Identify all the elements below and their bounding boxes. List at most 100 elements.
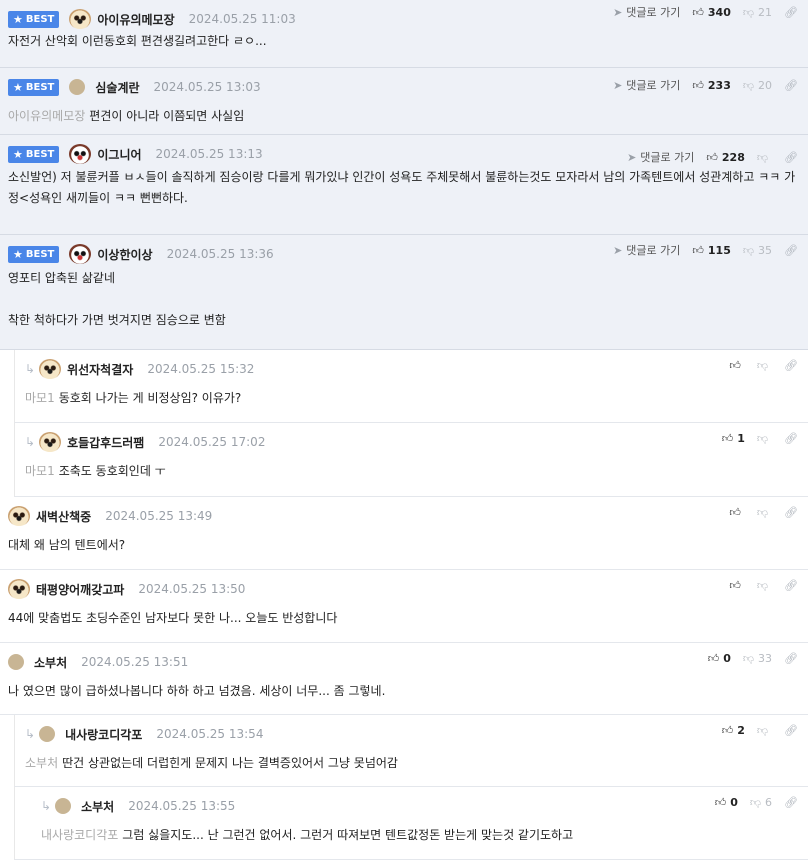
reply-comment: ↳ 위선자척결자 2024.05.25 15:32 👍︎ 👎︎ 🔗︎ 마모1 동호회 나가는 … [14, 350, 808, 423]
avatar[interactable] [8, 579, 30, 599]
avatar[interactable] [39, 432, 62, 452]
avatar[interactable] [55, 798, 72, 814]
comment-date: 2024.05.25 13:54 [156, 727, 264, 741]
avatar[interactable] [39, 359, 62, 379]
avatar[interactable] [8, 506, 30, 526]
avatar[interactable] [69, 9, 92, 29]
comment-header: 소부처 2024.05.25 13:51 [8, 653, 188, 671]
comment-text: 딴건 상관없는데 더럽힌게 문제지 나는 결벽증있어서 그냥 못넘어감 [62, 756, 398, 770]
thumbs-down-icon: 👎︎ [756, 150, 769, 164]
link-icon[interactable]: 🔗︎ [784, 506, 798, 519]
comment-date: 2024.05.25 13:49 [105, 509, 213, 523]
like-button[interactable]: 👍︎ [729, 506, 745, 519]
thumbs-down-icon: 👎︎ [749, 796, 762, 809]
best-comment: ★ BEST 이그니어 2024.05.25 13:13 ➤ 댓글로 가기 👍︎ 228 👎︎ 🔗… [0, 135, 808, 235]
mention-tag[interactable]: 마모1 [25, 391, 55, 405]
author-nickname[interactable]: 이상한이상 [97, 246, 152, 263]
thumbs-up-icon: 👍︎ [729, 506, 741, 519]
link-icon[interactable]: 🔗︎ [784, 724, 798, 737]
link-icon[interactable]: 🔗︎ [784, 244, 798, 257]
link-icon[interactable]: 🔗︎ [784, 796, 798, 809]
author-nickname[interactable]: 소부처 [34, 654, 67, 671]
go-to-comment-link[interactable]: ➤ 댓글로 가기 [613, 77, 680, 93]
go-to-comment-link[interactable]: ➤ 댓글로 가기 [613, 242, 680, 258]
comment-body: 44에 맞춤법도 초딩수준인 남자보다 못한 나... 오늘도 반성합니다 [8, 608, 796, 629]
link-icon[interactable]: 🔗︎ [784, 652, 798, 665]
go-to-comment-link[interactable]: ➤ 댓글로 가기 [613, 4, 680, 20]
dislike-button[interactable]: 👎︎ 35 [743, 244, 772, 257]
mention-tag[interactable]: 마모1 [25, 464, 55, 478]
link-icon[interactable]: 🔗︎ [784, 151, 798, 164]
mention-tag[interactable]: 아이유의메모장 [8, 109, 85, 123]
go-to-comment-label: 댓글로 가기 [626, 244, 681, 257]
dislike-button[interactable]: 👎︎ [757, 579, 772, 592]
dislike-button[interactable]: 👎︎ 33 [743, 652, 772, 665]
dislike-button[interactable]: 👎︎ 6 [750, 796, 772, 809]
avatar[interactable] [69, 244, 92, 264]
dislike-button[interactable]: 👎︎ [757, 359, 772, 372]
author-nickname[interactable]: 소부처 [81, 798, 114, 815]
avatar[interactable] [69, 144, 92, 164]
author-nickname[interactable]: 아이유의메모장 [97, 11, 174, 28]
avatar[interactable] [8, 654, 24, 670]
comment-header: ★ BEST 심술계란 2024.05.25 13:03 [8, 78, 261, 96]
avatar[interactable] [69, 79, 86, 95]
mention-tag[interactable]: 소부처 [25, 756, 58, 770]
like-button[interactable]: 👍︎ 2 [722, 724, 745, 737]
dislike-button[interactable]: 👎︎ [757, 151, 772, 164]
dislike-button[interactable]: 👎︎ [757, 506, 772, 519]
like-button[interactable]: 👍︎ 233 [692, 79, 730, 92]
like-button[interactable]: 👍︎ [729, 579, 745, 592]
best-comment: ★ BEST 심술계란 2024.05.25 13:03 ➤ 댓글로 가기 👍︎ 233 👎︎ 2… [0, 68, 808, 135]
avatar[interactable] [39, 726, 56, 742]
dislike-button[interactable]: 👎︎ 21 [743, 6, 772, 19]
link-icon[interactable]: 🔗︎ [784, 6, 798, 19]
like-button[interactable]: 👍︎ 0 [715, 796, 738, 809]
link-icon[interactable]: 🔗︎ [784, 432, 798, 445]
mention-tag[interactable]: 내사랑코디각포 [41, 828, 118, 842]
author-nickname[interactable]: 내사랑코디각포 [65, 726, 142, 743]
author-nickname[interactable]: 태평양어깨갖고파 [36, 581, 124, 598]
comment-header: ↳ 호들갑후드러팸 2024.05.25 17:02 [25, 432, 265, 452]
comment-text: 그럼 싫을지도... 난 그런건 없어서. 그런거 따져보면 텐트값정돈 받는게… [122, 828, 574, 842]
best-badge: ★ BEST [8, 145, 60, 163]
dislike-button[interactable]: 👎︎ [757, 724, 772, 737]
like-button[interactable]: 👍︎ [729, 359, 745, 372]
comment-actions: 👍︎ 👎︎ 🔗︎ [729, 506, 798, 519]
dislike-button[interactable]: 👎︎ [757, 432, 772, 445]
best-comment: ★ BEST 이상한이상 2024.05.25 13:36 ➤ 댓글로 가기 👍︎ 115 👎︎… [0, 235, 808, 350]
comment-actions: 👍︎ 👎︎ 🔗︎ [729, 359, 798, 372]
like-button[interactable]: 👍︎ 0 [708, 652, 731, 665]
comment-header: ↳ 위선자척결자 2024.05.25 15:32 [25, 359, 255, 379]
comment-date: 2024.05.25 13:13 [155, 147, 263, 161]
like-button[interactable]: 👍︎ 228 [706, 151, 744, 164]
comment-body: 마모1 조축도 동호회인데 ㅜ [25, 461, 796, 482]
author-nickname[interactable]: 새벽산책중 [36, 508, 91, 525]
author-nickname[interactable]: 위선자척결자 [67, 361, 133, 378]
dislike-count: 33 [758, 652, 773, 665]
author-nickname[interactable]: 이그니어 [97, 146, 141, 163]
like-button[interactable]: 👍︎ 1 [722, 432, 745, 445]
like-count: 228 [721, 150, 745, 164]
like-button[interactable]: 👍︎ 340 [692, 6, 730, 19]
author-nickname[interactable]: 심술계란 [95, 79, 139, 96]
like-button[interactable]: 👍︎ 115 [692, 244, 730, 257]
dislike-button[interactable]: 👎︎ 20 [743, 79, 772, 92]
thumbs-up-icon: 👍︎ [714, 796, 727, 809]
thumbs-down-icon: 👎︎ [756, 432, 769, 445]
thumbs-up-icon: 👍︎ [692, 78, 704, 92]
comment-date: 2024.05.25 15:32 [147, 362, 255, 376]
dislike-count: 6 [765, 796, 773, 809]
thumbs-down-icon: 👎︎ [756, 579, 769, 592]
comment-text: 편견이 아니라 이쯤되면 사실임 [89, 109, 245, 123]
thumbs-up-icon: 👍︎ [721, 724, 734, 737]
link-icon[interactable]: 🔗︎ [784, 359, 798, 372]
link-icon[interactable]: 🔗︎ [784, 79, 798, 92]
author-nickname[interactable]: 호들갑후드러팸 [67, 434, 144, 451]
dislike-count: 21 [758, 5, 773, 19]
go-to-comment-link[interactable]: ➤ 댓글로 가기 [627, 149, 694, 165]
comment-text: 소신발언) 저 불륜커플 ㅂㅅ들이 솔직하게 짐승이랑 다를게 뭐가있냐 인간이… [8, 170, 796, 205]
link-icon[interactable]: 🔗︎ [784, 579, 798, 592]
comment-actions: ➤ 댓글로 가기 👍︎ 340 👎︎ 21 🔗︎ [613, 4, 798, 20]
comment-header: ↳ 내사랑코디각포 2024.05.25 13:54 [25, 725, 263, 743]
